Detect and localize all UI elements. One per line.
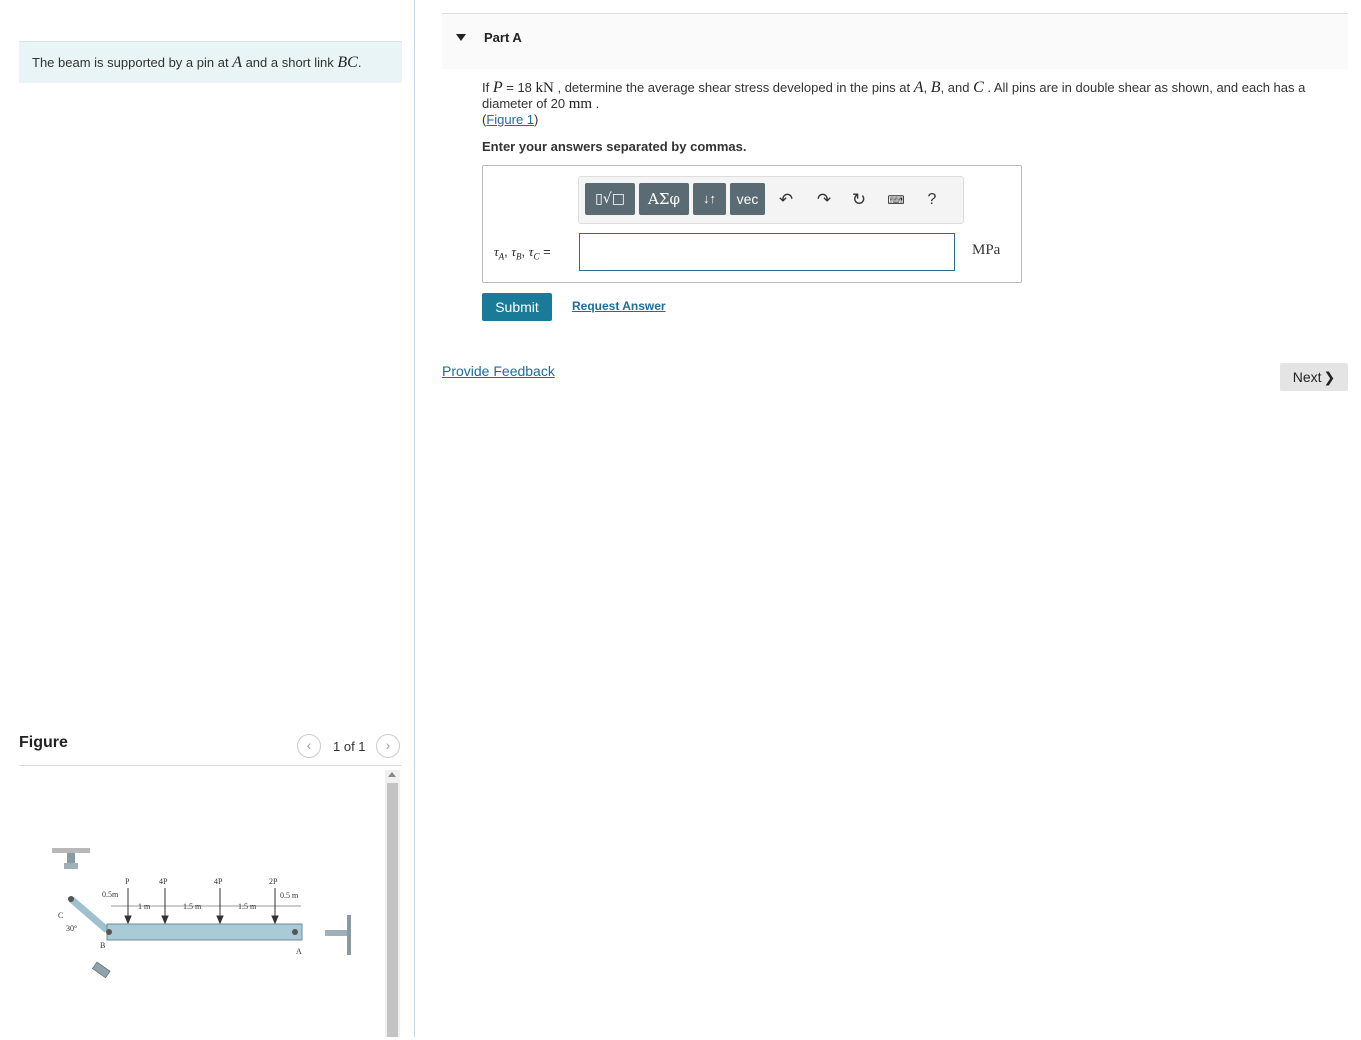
wall-clevis (325, 930, 347, 936)
beam (106, 923, 303, 941)
part-title: Part A (484, 30, 522, 45)
support-clevis (64, 863, 78, 869)
help-icon[interactable]: ? (921, 189, 943, 211)
undo-icon[interactable]: ↶ (775, 189, 797, 211)
intro-text: . (357, 55, 362, 70)
point-label-b: B (100, 941, 105, 950)
templates-button[interactable]: ▯√□ (585, 183, 635, 215)
dim-label: 1.5 m (183, 902, 202, 911)
figure-scrollbar[interactable] (385, 770, 400, 1037)
next-figure-button[interactable]: › (376, 734, 400, 758)
ceiling-support (52, 848, 90, 853)
figure-pager-text: 1 of 1 (333, 739, 366, 754)
load-label-4p: 4P (214, 877, 223, 886)
answer-label: τA, τB, τC = (494, 244, 551, 262)
chevron-left-icon: ‹ (306, 737, 312, 753)
intro-text: The beam is supported by a pin at (32, 55, 233, 70)
intro-var-a: A (232, 54, 242, 71)
submit-button[interactable]: Submit (482, 293, 552, 321)
pin-b-detail (91, 961, 111, 979)
question-var-a: A (913, 79, 924, 96)
intro-text: and a short link (241, 55, 338, 70)
scroll-thumb[interactable] (387, 783, 398, 1037)
question-text: If P = 18 kN , determine the average she… (482, 80, 1332, 128)
question-fragment: = 18 (502, 80, 536, 95)
figure-image: P 4P 4P 2P 0.5m 1 m 1.5 m 1.5 m 0.5 m C … (19, 770, 381, 1037)
point-label-a: A (296, 947, 302, 956)
instruction-text: Enter your answers separated by commas. (482, 139, 747, 154)
templates-icon: ▯√□ (595, 191, 625, 207)
question-var-b: B (930, 79, 941, 96)
pin-a (292, 929, 298, 935)
wall-support (347, 915, 351, 955)
load-label-4p: 4P (159, 877, 168, 886)
math-toolbar: ▯√□ ΑΣφ ↓↑ vec ↶ ↷ ↻ ⌨ ? (578, 176, 964, 224)
left-panel: The beam is supported by a pin at A and … (0, 0, 415, 1037)
reset-icon[interactable]: ↻ (848, 189, 870, 211)
next-label: Next (1292, 369, 1322, 385)
question-fragment: , determine the average shear stress dev… (553, 80, 914, 95)
keyboard-icon[interactable]: ⌨ (885, 189, 907, 211)
next-button[interactable]: Next ❯ (1280, 363, 1348, 391)
separator: , (521, 244, 529, 259)
provide-feedback-link[interactable]: Provide Feedback (442, 363, 555, 379)
figure-link[interactable]: Figure 1 (486, 112, 534, 127)
question-fragment: If (482, 80, 493, 95)
question-fragment: , and (940, 80, 974, 95)
intro-var-bc: BC (337, 54, 358, 71)
question-unit: kN (535, 80, 554, 96)
dim-label: 0.5m (102, 890, 119, 899)
part-header[interactable]: Part A (442, 13, 1348, 69)
question-var-p: P (492, 79, 503, 96)
figure-title: Figure (19, 734, 68, 751)
dim-label: 0.5 m (280, 891, 299, 900)
point-label-c: C (58, 911, 63, 920)
right-panel: Part A If P = 18 kN , determine the aver… (416, 0, 1361, 1037)
pin-b (106, 929, 112, 935)
question-fragment: . (592, 96, 600, 111)
load-label-2p: 2P (269, 877, 278, 886)
equals-sign: = (539, 244, 551, 259)
figure-header: Figure ‹ 1 of 1 › (19, 730, 402, 766)
beam-diagram: P 4P 4P 2P 0.5m 1 m 1.5 m 1.5 m 0.5 m C … (52, 848, 351, 979)
question-fragment: , (923, 80, 931, 95)
question-unit: mm (568, 96, 593, 112)
dim-label: 1.5 m (238, 902, 257, 911)
question-var-c: C (973, 79, 984, 96)
chevron-right-icon: › (385, 737, 391, 753)
pin-c (68, 896, 74, 902)
angle-label: 30° (66, 924, 77, 933)
redo-icon[interactable]: ↷ (813, 189, 835, 211)
problem-intro: The beam is supported by a pin at A and … (19, 41, 402, 83)
question-fragment: ) (534, 112, 539, 127)
answer-input[interactable] (579, 233, 955, 271)
load-label-p: P (125, 877, 130, 886)
answer-unit: MPa (972, 242, 1001, 258)
previous-figure-button[interactable]: ‹ (297, 734, 321, 758)
answer-box: ▯√□ ΑΣφ ↓↑ vec ↶ ↷ ↻ ⌨ ? τA, τB, τC = MP… (482, 165, 1022, 283)
chevron-right-icon: ❯ (1323, 369, 1336, 385)
subscript-superscript-button[interactable]: ↓↑ (693, 183, 726, 215)
scroll-up-icon[interactable] (388, 772, 396, 777)
dim-label: 1 m (138, 902, 151, 911)
vector-button[interactable]: vec (730, 183, 765, 215)
caret-down-icon[interactable] (456, 34, 466, 41)
greek-symbols-button[interactable]: ΑΣφ (639, 183, 689, 215)
request-answer-link[interactable]: Request Answer (572, 299, 666, 313)
